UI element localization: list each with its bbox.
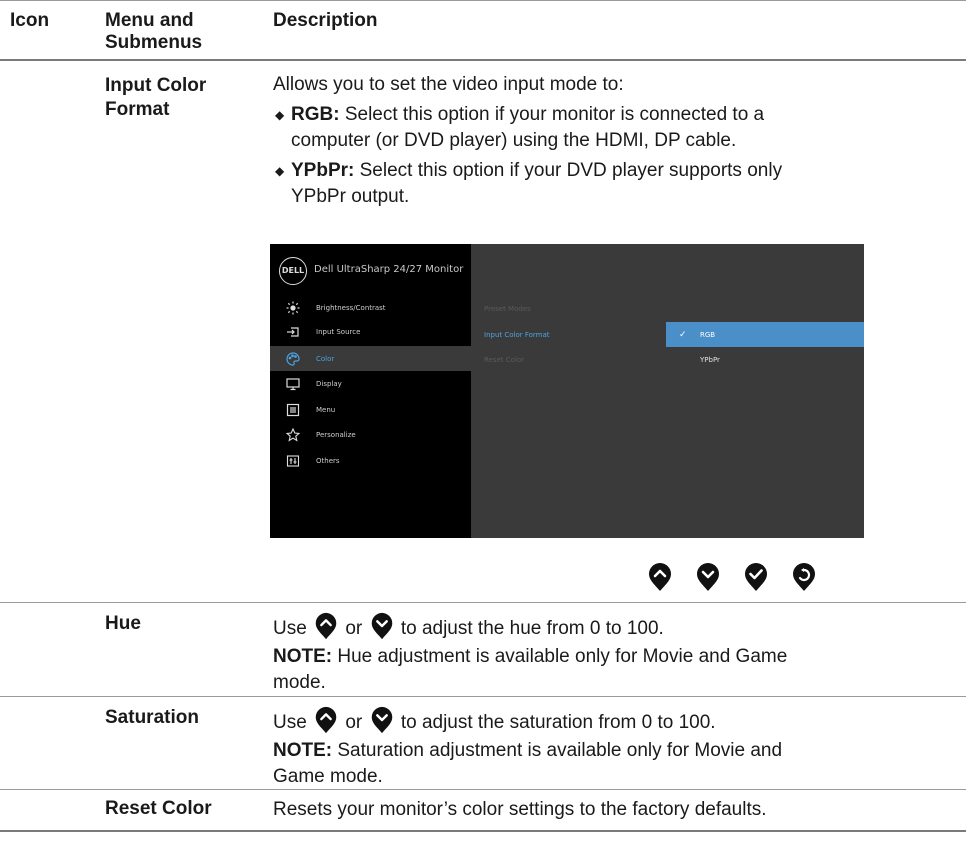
osd-menu-label: Brightness/Contrast <box>316 304 386 312</box>
saturation-usage: Use or to adjust the saturation from 0 t… <box>273 706 913 736</box>
input-source-icon <box>286 325 300 339</box>
bullet-dot: ◆ <box>275 108 285 122</box>
up-button-icon <box>649 563 671 591</box>
dell-logo: DELL <box>279 257 307 285</box>
header-menu-line2: Submenus <box>105 32 203 53</box>
osd-option-label: YPbPr <box>700 355 720 364</box>
rgb-label: RGB: <box>291 104 340 125</box>
rgb-text-line1: Select this option if your monitor is co… <box>339 104 765 125</box>
saturation-desc: Use or to adjust the saturation from 0 t… <box>273 706 913 790</box>
submenu-reset-color: Reset Color <box>105 798 212 819</box>
bullet-dot: ◆ <box>275 164 285 178</box>
osd-submenu-preset-modes[interactable]: Preset Modes <box>484 305 531 313</box>
ypbpr-text-line1: Select this option if your DVD player su… <box>354 160 783 181</box>
row-rule <box>0 602 966 603</box>
rgb-bullet: ◆ RGB: Select this option if your monito… <box>273 102 913 154</box>
osd-menu-label: Input Source <box>316 328 361 336</box>
down-button-icon <box>371 706 392 734</box>
osd-option-ypbpr[interactable]: YPbPr <box>666 347 864 372</box>
nav-buttons <box>648 562 840 592</box>
saturation-note: NOTE: Saturation adjustment is available… <box>273 740 783 787</box>
back-button-icon <box>793 563 815 591</box>
up-button-icon <box>315 706 337 734</box>
osd-menu-menu[interactable]: Menu <box>270 398 471 422</box>
ypbpr-bullet: ◆ YPbPr: Select this option if your DVD … <box>273 158 913 210</box>
others-icon <box>286 454 300 468</box>
sun-icon <box>286 301 300 315</box>
hue-note: NOTE: Hue adjustment is available only f… <box>273 646 788 693</box>
star-icon <box>286 428 300 442</box>
ypbpr-label: YPbPr: <box>291 160 355 181</box>
submenu-input-color-format: Input Color Format <box>105 74 206 122</box>
osd-submenu-reset-color[interactable]: Reset Color <box>484 356 524 364</box>
header-desc-col: Description <box>273 10 378 31</box>
submenu-saturation: Saturation <box>105 707 199 728</box>
osd-menu-label: Personalize <box>316 431 356 439</box>
hue-usage: Use or to adjust the hue from 0 to 100. <box>273 612 913 642</box>
header-menu-col: Menu and Submenus <box>105 10 202 54</box>
submenu-name-line1: Input Color <box>105 75 207 96</box>
osd-menu-label: Color <box>316 354 335 363</box>
top-rule <box>0 0 966 1</box>
osd-menu-brightness[interactable]: Brightness/Contrast <box>270 296 471 320</box>
up-button-icon <box>315 612 337 640</box>
osd-menu-others[interactable]: Others <box>270 449 471 473</box>
down-button-icon <box>697 563 719 591</box>
check-button-icon <box>745 563 767 591</box>
osd-screenshot: DELL Dell UltraSharp 24/27 Monitor Brigh… <box>270 244 864 538</box>
check-icon: ✓ <box>679 329 687 340</box>
hue-desc: Use or to adjust the hue from 0 to 100. … <box>273 612 913 696</box>
intro-text: Allows you to set the video input mode t… <box>273 74 624 95</box>
osd-title: Dell UltraSharp 24/27 Monitor <box>314 264 464 275</box>
ypbpr-text-line2: YPbPr output. <box>291 186 410 207</box>
row-rule <box>0 789 966 790</box>
rgb-text-line2: computer (or DVD player) using the HDMI,… <box>291 130 737 151</box>
menu-icon <box>286 403 300 417</box>
reset-color-desc: Resets your monitor’s color settings to … <box>273 799 767 820</box>
down-button-icon <box>371 612 392 640</box>
palette-icon <box>286 351 300 366</box>
bottom-rule <box>0 830 966 832</box>
osd-option-rgb[interactable]: ✓ RGB <box>666 322 864 347</box>
osd-option-label: RGB <box>700 330 716 339</box>
input-color-format-desc: Allows you to set the video input mode t… <box>273 72 913 210</box>
submenu-hue: Hue <box>105 613 141 634</box>
osd-submenu-input-color-format[interactable]: Input Color Format <box>484 331 550 339</box>
submenu-name-line2: Format <box>105 99 170 120</box>
monitor-icon <box>286 377 300 391</box>
osd-menu-personalize[interactable]: Personalize <box>270 423 471 447</box>
header-menu-line1: Menu and <box>105 10 194 31</box>
osd-menu-display[interactable]: Display <box>270 372 471 396</box>
osd-menu-label: Others <box>316 457 340 465</box>
header-rule <box>0 59 966 61</box>
header-icon-col: Icon <box>10 10 50 31</box>
osd-menu-input-source[interactable]: Input Source <box>270 320 471 344</box>
osd-menu-label: Menu <box>316 406 336 414</box>
osd-menu-color[interactable]: Color <box>270 346 471 371</box>
row-rule <box>0 696 966 697</box>
osd-main-menu: DELL Dell UltraSharp 24/27 Monitor Brigh… <box>270 244 471 538</box>
osd-menu-label: Display <box>316 380 342 388</box>
